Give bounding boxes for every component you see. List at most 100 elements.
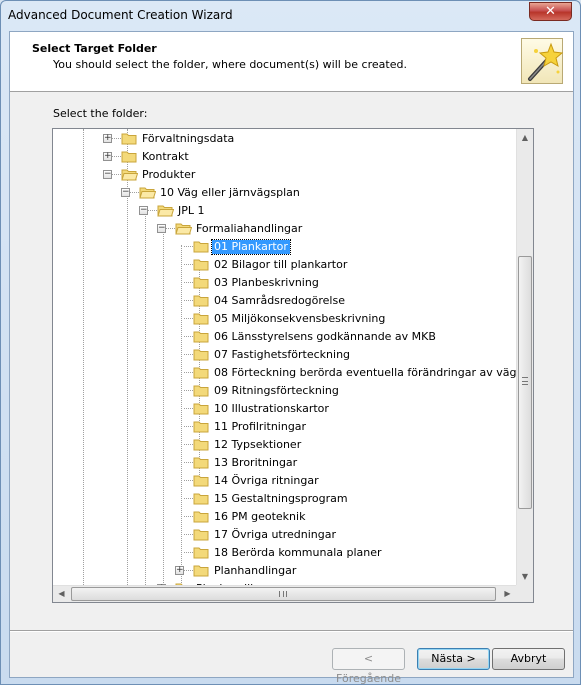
tree-item[interactable]: 18 Berörda kommunala planer	[53, 544, 516, 562]
tree-item-label: Formaliahandlingar	[196, 222, 303, 235]
tree-item[interactable]: + Planhandlingar	[53, 562, 516, 580]
page-title: Select Target Folder	[32, 42, 157, 55]
folder-icon	[193, 564, 210, 577]
scroll-up-arrow-icon[interactable]: ▲	[517, 129, 533, 146]
tree-viewport: + Förvaltningsdata + Kontrakt − Produkter − 10 …	[53, 129, 516, 585]
folder-icon	[121, 132, 138, 145]
folder-icon	[193, 258, 210, 271]
folder-icon	[193, 510, 210, 523]
tree-connector	[184, 282, 193, 283]
tree-item-label: 03 Planbeskrivning	[214, 276, 319, 289]
tree-item[interactable]: 10 Illustrationskartor	[53, 400, 516, 418]
tree-item-label: 15 Gestaltningsprogram	[214, 492, 348, 505]
tree-item-label: 05 Miljökonsekvensbeskrivning	[214, 312, 386, 325]
horizontal-scroll-thumb[interactable]	[71, 587, 496, 601]
folder-icon	[193, 240, 210, 253]
folder-icon	[193, 276, 210, 289]
tree-connector	[184, 426, 193, 427]
tree-item[interactable]: 07 Fastighetsförteckning	[53, 346, 516, 364]
tree-item[interactable]: 15 Gestaltningsprogram	[53, 490, 516, 508]
tree-item-label: JPL 1	[178, 204, 205, 217]
wizard-body: Select Target Folder You should select t…	[9, 31, 574, 685]
title-bar[interactable]: Advanced Document Creation Wizard ✕	[1, 1, 580, 31]
scroll-right-arrow-icon[interactable]: ▶	[499, 586, 516, 602]
tree-connector	[184, 354, 193, 355]
collapse-icon[interactable]: −	[157, 224, 166, 233]
scrollbar-corner	[516, 585, 533, 602]
cancel-button[interactable]: Avbryt	[492, 648, 565, 670]
tree-item[interactable]: − JPL 1	[53, 202, 516, 220]
tree-item[interactable]: 01 Plankartor	[53, 238, 516, 256]
tree-item-label: 16 PM geoteknik	[214, 510, 306, 523]
scroll-left-arrow-icon[interactable]: ◀	[53, 586, 70, 602]
folder-icon	[139, 186, 157, 199]
tree-item[interactable]: − Formaliahandlingar	[53, 220, 516, 238]
tree-item[interactable]: 17 Övriga utredningar	[53, 526, 516, 544]
tree-connector	[184, 498, 193, 499]
tree-item[interactable]: − Produkter	[53, 166, 516, 184]
tree-item[interactable]: 14 Övriga ritningar	[53, 472, 516, 490]
collapse-icon[interactable]: −	[139, 206, 148, 215]
grip-icon	[522, 377, 528, 385]
folder-icon	[157, 204, 175, 217]
tree-item[interactable]: + Förvaltningsdata	[53, 130, 516, 148]
vertical-scrollbar[interactable]: ▲ ▼	[516, 129, 533, 585]
tree-connector	[184, 318, 193, 319]
horizontal-scrollbar[interactable]: ◀ ▶	[53, 585, 516, 602]
folder-tree[interactable]: + Förvaltningsdata + Kontrakt − Produkter − 10 …	[52, 128, 534, 603]
scroll-down-arrow-icon[interactable]: ▼	[517, 568, 533, 585]
tree-item-label: Planhandlingar	[214, 564, 297, 577]
collapse-icon[interactable]: −	[103, 170, 112, 179]
close-button[interactable]: ✕	[529, 2, 572, 21]
folder-icon	[193, 456, 210, 469]
folder-icon	[193, 366, 210, 379]
tree-item[interactable]: − 10 Väg eller järnvägsplan	[53, 184, 516, 202]
tree-connector	[184, 516, 193, 517]
tree-item[interactable]: 04 Samrådsredogörelse	[53, 292, 516, 310]
tree-connector	[112, 174, 121, 175]
tree-connector	[184, 408, 193, 409]
tree-item[interactable]: + Kontrakt	[53, 148, 516, 166]
collapse-icon[interactable]: −	[121, 188, 130, 197]
folder-icon	[193, 330, 210, 343]
folder-icon	[121, 150, 138, 163]
folder-icon	[121, 168, 139, 181]
tree-connector	[184, 390, 193, 391]
folder-icon	[193, 474, 210, 487]
tree-connector	[112, 138, 121, 139]
tree-item[interactable]: 16 PM geoteknik	[53, 508, 516, 526]
tree-item[interactable]: 09 Ritningsförteckning	[53, 382, 516, 400]
grip-icon	[279, 591, 287, 597]
vertical-scroll-thumb[interactable]	[518, 256, 532, 509]
window-title: Advanced Document Creation Wizard	[8, 8, 233, 22]
expand-icon[interactable]: +	[175, 566, 184, 575]
tree-item-label: 10 Illustrationskartor	[214, 402, 329, 415]
tree-connector	[166, 228, 175, 229]
folder-icon	[193, 492, 210, 505]
tree-item-label: Förvaltningsdata	[142, 132, 235, 145]
back-button[interactable]: < Föregående	[332, 648, 405, 685]
folder-icon	[175, 222, 193, 235]
tree-connector	[184, 462, 193, 463]
tree-item[interactable]: 08 Förteckning berörda eventuella föränd…	[53, 364, 516, 382]
folder-icon	[193, 294, 210, 307]
expand-icon[interactable]: +	[103, 134, 112, 143]
folder-icon	[193, 384, 210, 397]
tree-connector	[184, 444, 193, 445]
tree-item[interactable]: 13 Broritningar	[53, 454, 516, 472]
tree-item[interactable]: 03 Planbeskrivning	[53, 274, 516, 292]
tree-connector	[184, 552, 193, 553]
tree-item-label: 14 Övriga ritningar	[214, 474, 319, 487]
tree-item[interactable]: 06 Länsstyrelsens godkännande av MKB	[53, 328, 516, 346]
tree-item-label: Kontrakt	[142, 150, 189, 163]
tree-item-label: 18 Berörda kommunala planer	[214, 546, 382, 559]
tree-item[interactable]: 11 Profilritningar	[53, 418, 516, 436]
folder-icon	[193, 528, 210, 541]
tree-item[interactable]: 05 Miljökonsekvensbeskrivning	[53, 310, 516, 328]
folder-icon	[193, 348, 210, 361]
expand-icon[interactable]: +	[103, 152, 112, 161]
tree-item[interactable]: 12 Typsektioner	[53, 436, 516, 454]
tree-item-label: 02 Bilagor till plankartor	[214, 258, 348, 271]
next-button[interactable]: Nästa >	[417, 648, 490, 670]
tree-item[interactable]: 02 Bilagor till plankartor	[53, 256, 516, 274]
